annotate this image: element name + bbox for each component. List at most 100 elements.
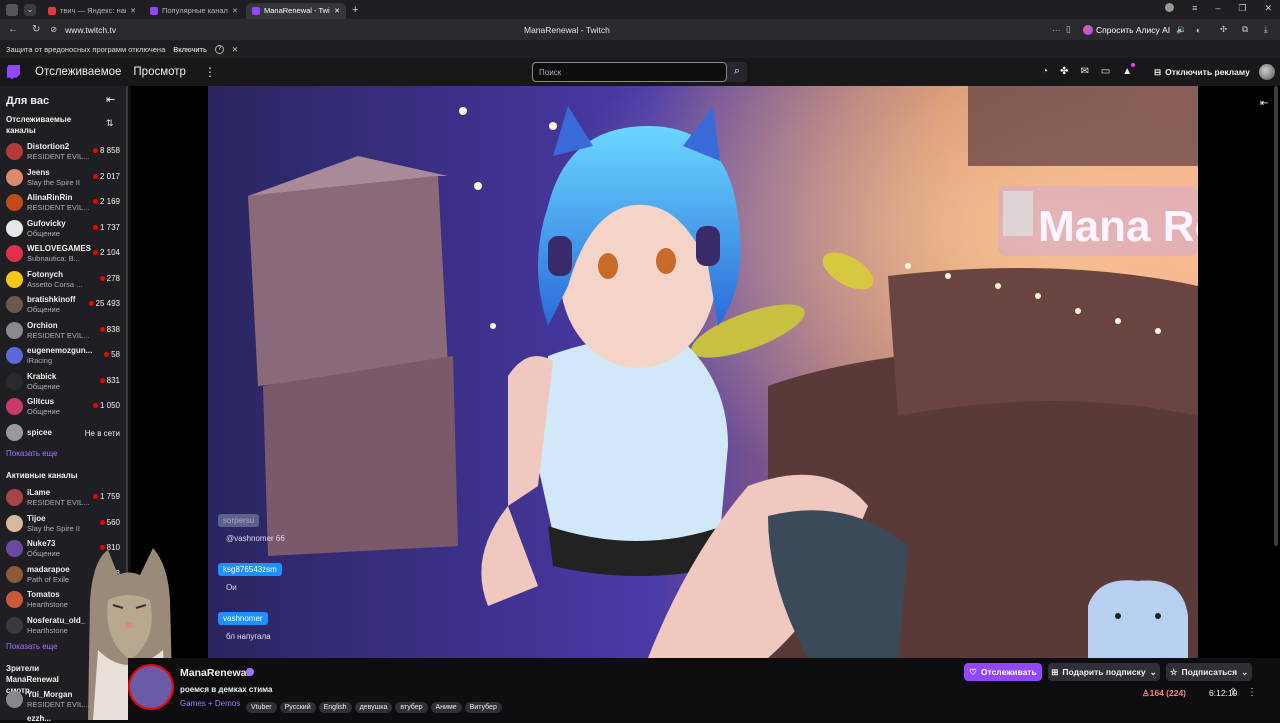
partial-channel-name[interactable]: ezzh...: [27, 714, 51, 723]
stream-tag[interactable]: Витубер: [464, 702, 502, 713]
chevron-down-icon: ⌄: [1149, 666, 1157, 677]
sidebar-channel-item[interactable]: WELOVEGAMES Subnautica: B... 2 104: [6, 242, 126, 267]
extension-icon[interactable]: ◐: [1196, 25, 1201, 35]
subscribe-button[interactable]: ☆ Подписаться ⌄: [1166, 663, 1252, 681]
sidebar-channel-item[interactable]: Tijoe Slay the Spire II 560: [6, 512, 126, 537]
browser-tab[interactable]: ManaRenewal - Twitch ✕: [246, 2, 346, 19]
address-bar: ← ↻ ⊘ www.twitch.tv ManaRenewal - Twitch…: [0, 19, 1280, 40]
drops-icon[interactable]: ✤: [1060, 66, 1068, 77]
puzzle-icon[interactable]: ✣: [1220, 24, 1227, 35]
inbox-icon[interactable]: ✉: [1080, 66, 1088, 77]
nav-more-icon[interactable]: ⋮: [204, 65, 216, 79]
alice-button[interactable]: Спросить Алису AI: [1083, 22, 1170, 37]
live-dot-icon: [92, 250, 98, 256]
profile-icon[interactable]: [1165, 3, 1175, 12]
sidebar-channel-item[interactable]: bratishkinoff Общение 25 493: [6, 293, 126, 318]
url-text[interactable]: www.twitch.tv: [65, 25, 116, 35]
sidebar-channel-item[interactable]: eugenemozgun... iRacing 58: [6, 344, 126, 369]
sound-icon[interactable]: 🔉: [1176, 24, 1187, 35]
sidebar-channel-item[interactable]: iLame RESIDENT EVIL... 1 759: [6, 486, 126, 511]
expand-chat-icon[interactable]: ⇤: [1260, 98, 1268, 109]
stream-tag[interactable]: девушка: [354, 702, 393, 713]
share-icon[interactable]: ⇪: [1229, 687, 1237, 698]
enable-protection-button[interactable]: Включить: [173, 45, 207, 54]
sort-icon[interactable]: ⇅: [106, 118, 114, 129]
live-dot-icon: [92, 494, 98, 500]
stream-tag[interactable]: Аниме: [430, 702, 462, 713]
sidebar-channel-item[interactable]: Orchion RESIDENT EVIL... 838: [6, 319, 126, 344]
browser-tab[interactable]: твич — Яндекс: нашлось ✕: [42, 3, 142, 19]
help-icon[interactable]: ?: [214, 44, 224, 54]
reload-icon[interactable]: ↻: [32, 24, 40, 35]
stream-tag[interactable]: English: [318, 702, 352, 713]
tabs-list-icon[interactable]: ⌄: [24, 3, 36, 16]
show-more-active[interactable]: Показать еще: [6, 642, 58, 651]
viewer-count: 2 017: [92, 171, 120, 181]
close-window-icon[interactable]: ✕: [1264, 3, 1272, 14]
download-arrow-icon[interactable]: ⤓: [1264, 24, 1268, 35]
search-input[interactable]: Поиск: [532, 62, 727, 82]
stream-category[interactable]: Games + Demos: [180, 699, 240, 708]
protection-text: Защита от вредоносных программ отключена: [6, 44, 166, 54]
search-button[interactable]: ⌕: [727, 62, 747, 82]
avatar: [6, 540, 23, 557]
sidebar-channel-item[interactable]: spicee Не в сети: [6, 421, 126, 446]
bookmark-icon[interactable]: ▯: [1066, 24, 1071, 35]
viewer-count-value: 560: [106, 517, 120, 527]
new-tab-button[interactable]: +: [352, 4, 358, 16]
sidebar-channel-item[interactable]: AlinaRinRin RESIDENT EVIL... 2 169: [6, 191, 126, 216]
browser-tab[interactable]: Популярные каналы - Tw ✕: [144, 3, 244, 19]
live-dot-icon: [99, 377, 105, 383]
more-options-icon[interactable]: ⋮: [1247, 687, 1257, 698]
channel-name[interactable]: ManaRenewal: [180, 667, 249, 679]
site-info-icon[interactable]: ⊘: [50, 25, 57, 34]
channel-name: Distortion2: [27, 142, 70, 151]
stream-tag[interactable]: втубер: [395, 702, 428, 713]
sidebar-channel-item[interactable]: Glitcus Общение 1 050: [6, 395, 126, 420]
close-bar-icon[interactable]: ✕: [232, 45, 238, 54]
follow-button[interactable]: ♡ Отслеживать: [964, 663, 1042, 681]
show-more-followed[interactable]: Показать еще: [6, 449, 58, 458]
avatar: [6, 616, 23, 634]
sidebar-channel-item[interactable]: Jeens Slay the Spire II 2 017: [6, 166, 126, 191]
avatar: [6, 245, 23, 262]
nav-browse[interactable]: Просмотр: [133, 66, 186, 78]
tab-title: ManaRenewal - Twitch: [264, 6, 330, 15]
channel-info-bar: ManaRenewal роемся в демках стима Games …: [128, 658, 1280, 720]
minimize-icon[interactable]: –: [1215, 3, 1220, 14]
sidebar-channel-item[interactable]: Krabick Общение 831: [6, 370, 126, 395]
gift-sub-button[interactable]: ⊞ Подарить подписку ⌄: [1048, 663, 1160, 681]
menu-icon[interactable]: ≡: [1192, 3, 1197, 14]
viewer-count: 1 759: [92, 492, 120, 501]
channel-name: AlinaRinRin: [27, 193, 73, 202]
collapse-sidebar-icon[interactable]: ⇤: [106, 93, 115, 106]
browser-menu-icon[interactable]: [6, 3, 18, 16]
nav-following[interactable]: Отслеживаемое: [35, 66, 121, 78]
player-scrollbar[interactable]: [1274, 86, 1278, 546]
video-player[interactable]: Mana Re: [131, 86, 1280, 658]
sidebar-channel-item[interactable]: Fotonych Assetto Corsa ... 278: [6, 268, 126, 293]
adfree-button[interactable]: ⊟ Отключить рекламу: [1154, 64, 1250, 80]
channel-avatar[interactable]: [128, 664, 174, 710]
whispers-icon[interactable]: ▭: [1101, 66, 1110, 77]
stream-tag[interactable]: Vtuber: [246, 702, 277, 713]
viewer-count-value: 2 017: [99, 171, 120, 181]
more-icon[interactable]: ···: [1052, 25, 1061, 35]
viewer-count-value: 8 858: [99, 146, 120, 155]
close-tab-icon[interactable]: ✕: [232, 7, 238, 15]
twitch-logo-icon[interactable]: [7, 65, 20, 79]
back-icon[interactable]: ←: [8, 24, 18, 35]
close-tab-icon[interactable]: ✕: [334, 7, 340, 15]
downloads-icon[interactable]: ⧉: [1242, 24, 1248, 35]
close-tab-icon[interactable]: ✕: [130, 7, 136, 15]
sidebar-channel-item[interactable]: Distortion2 RESIDENT EVIL... 8 858: [6, 140, 126, 165]
sidebar-channel-item[interactable]: Gufovicky Общение 1 737: [6, 217, 126, 242]
stream-tag[interactable]: Русский: [279, 702, 316, 713]
viewer-count-value: 58: [111, 350, 120, 359]
bits-icon[interactable]: ▲: [1122, 63, 1136, 77]
user-avatar[interactable]: [1259, 64, 1275, 80]
restore-icon[interactable]: ❐: [1238, 3, 1246, 14]
adfree-icon: ⊟: [1154, 66, 1162, 77]
live-dot-icon: [99, 326, 105, 332]
prime-icon[interactable]: ◔: [1042, 66, 1048, 77]
